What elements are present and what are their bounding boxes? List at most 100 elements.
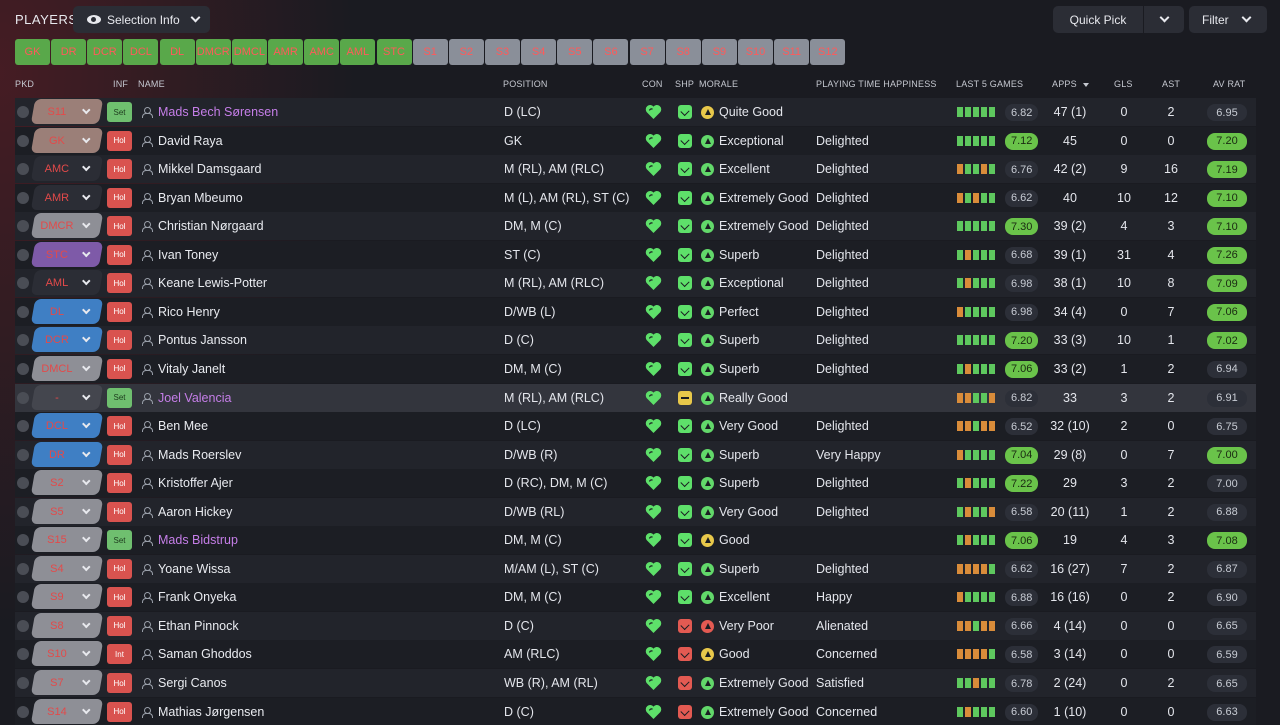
position-chip-aml[interactable]: AML [340, 39, 376, 65]
pick-checkbox[interactable] [17, 677, 29, 689]
col-shp[interactable]: SHP [675, 79, 694, 89]
position-chip-s5[interactable]: S5 [557, 39, 593, 65]
player-name[interactable]: David Raya [158, 134, 223, 148]
pick-checkbox[interactable] [17, 277, 29, 290]
pick-checkbox[interactable] [17, 505, 29, 518]
position-chip-dr[interactable]: DR [51, 39, 87, 65]
position-select[interactable]: DMCR [30, 213, 104, 239]
pick-checkbox[interactable] [17, 106, 29, 118]
table-row[interactable]: S4 Hol Yoane Wissa M/AM (L), ST (C) Superb De… [15, 554, 1256, 583]
table-row[interactable]: S9 Hol Frank Onyeka DM, M (C) Excellent Happy… [15, 583, 1256, 612]
position-select[interactable]: - [30, 384, 104, 410]
position-chip-s10[interactable]: S10 [738, 39, 773, 65]
table-row[interactable]: S2 Hol Kristoffer Ajer D (RC), DM, M (C) Sup… [15, 469, 1256, 498]
col-position[interactable]: POSITION [503, 79, 548, 89]
position-chip-s8[interactable]: S8 [665, 39, 701, 65]
col-ast[interactable]: AST [1162, 79, 1180, 89]
quick-pick-button[interactable]: Quick Pick [1053, 6, 1143, 33]
position-select[interactable]: STC [30, 241, 104, 267]
position-select[interactable]: DMCL [30, 355, 104, 381]
player-name[interactable]: Christian Nørgaard [158, 219, 264, 233]
col-pkd[interactable]: PKD [15, 79, 34, 89]
position-chip-s9[interactable]: S9 [701, 39, 737, 65]
position-chip-s4[interactable]: S4 [521, 39, 557, 65]
position-select[interactable]: S4 [30, 555, 104, 581]
col-morale[interactable]: MORALE [699, 79, 738, 89]
table-row[interactable]: S5 Hol Aaron Hickey D/WB (RL) Very Good Delig… [15, 497, 1256, 526]
player-name[interactable]: Keane Lewis-Potter [158, 276, 267, 290]
position-chip-dcr[interactable]: DCR [87, 39, 123, 65]
position-select[interactable]: AMC [30, 156, 104, 182]
position-chip-dmcl[interactable]: DMCL [231, 39, 267, 65]
player-name[interactable]: Joel Valencia [158, 391, 231, 405]
position-select[interactable]: S11 [30, 99, 104, 124]
col-happiness[interactable]: PLAYING TIME HAPPINESS [816, 79, 937, 89]
col-name[interactable]: NAME [138, 79, 165, 89]
position-chip-dcl[interactable]: DCL [123, 39, 159, 65]
player-name[interactable]: Aaron Hickey [158, 505, 232, 519]
position-chip-gk[interactable]: GK [15, 39, 50, 65]
table-row[interactable]: AMC Hol Mikkel Damsgaard M (RL), AM (RLC) Ex… [15, 155, 1256, 184]
position-chip-stc[interactable]: STC [376, 39, 412, 65]
position-select[interactable]: S5 [30, 498, 104, 524]
col-inf[interactable]: INF [113, 79, 128, 89]
player-name[interactable]: Mathias Jørgensen [158, 705, 264, 719]
table-row[interactable]: AML Hol Keane Lewis-Potter M (RL), AM (RLC)… [15, 269, 1256, 298]
pick-checkbox[interactable] [17, 648, 29, 661]
player-name[interactable]: Frank Onyeka [158, 590, 237, 604]
table-row[interactable]: S14 Hol Mathias Jørgensen D (C) Extremely Go… [15, 697, 1256, 725]
table-row[interactable]: S8 Hol Ethan Pinnock D (C) Very Poor Alienate… [15, 611, 1256, 640]
table-row[interactable]: S10 Int Saman Ghoddos AM (RLC) Good Concerned… [15, 640, 1256, 669]
player-name[interactable]: Sergi Canos [158, 676, 227, 690]
pick-checkbox[interactable] [17, 248, 29, 261]
player-name[interactable]: Ethan Pinnock [158, 619, 239, 633]
table-row[interactable]: DCR Hol Pontus Jansson D (C) Superb Delighted… [15, 326, 1256, 355]
position-select[interactable]: DCR [30, 327, 104, 353]
position-select[interactable]: DL [30, 298, 104, 324]
col-gls[interactable]: GLS [1114, 79, 1133, 89]
col-avrat[interactable]: AV RAT [1213, 79, 1245, 89]
table-row[interactable]: S15 Set Mads Bidstrup DM, M (C) Good 7.06 19 4 3… [15, 526, 1256, 555]
table-row[interactable]: DMCL Hol Vitaly Janelt DM, M (C) Superb Delig… [15, 354, 1256, 383]
quick-pick-dropdown-button[interactable] [1144, 6, 1184, 33]
table-row[interactable]: DL Hol Rico Henry D/WB (L) Perfect Delighted 6… [15, 297, 1256, 326]
position-chip-s3[interactable]: S3 [484, 39, 520, 65]
player-name[interactable]: Mads Bech Sørensen [158, 105, 278, 119]
pick-checkbox[interactable] [17, 163, 29, 176]
player-name[interactable]: Ivan Toney [158, 248, 218, 262]
player-name[interactable]: Kristoffer Ajer [158, 476, 233, 490]
col-con[interactable]: CON [642, 79, 663, 89]
player-name[interactable]: Yoane Wissa [158, 562, 231, 576]
table-row[interactable]: GK Hol David Raya GK Exceptional Delighted 7.1… [15, 126, 1256, 155]
position-chip-dl[interactable]: DL [159, 39, 195, 65]
player-name[interactable]: Saman Ghoddos [158, 647, 252, 661]
position-select[interactable]: S9 [30, 584, 104, 610]
pick-checkbox[interactable] [17, 420, 29, 433]
position-select[interactable]: S15 [30, 527, 104, 553]
pick-checkbox[interactable] [17, 562, 29, 575]
filter-button[interactable]: Filter [1189, 6, 1267, 33]
position-chip-s12[interactable]: S12 [810, 39, 846, 65]
table-row[interactable]: S7 Hol Sergi Canos WB (R), AM (RL) Extremely… [15, 669, 1256, 697]
pick-checkbox[interactable] [17, 134, 29, 147]
position-chip-amc[interactable]: AMC [304, 39, 340, 65]
pick-checkbox[interactable] [17, 391, 29, 404]
pick-checkbox[interactable] [17, 534, 29, 547]
selection-info-button[interactable]: Selection Info [73, 6, 210, 33]
pick-checkbox[interactable] [17, 334, 29, 347]
pick-checkbox[interactable] [17, 191, 29, 204]
player-name[interactable]: Pontus Jansson [158, 333, 247, 347]
player-name[interactable]: Mads Roerslev [158, 448, 241, 462]
pick-checkbox[interactable] [17, 448, 29, 461]
table-row[interactable]: - Set Joel Valencia M (RL), AM (RLC) Really … [15, 383, 1256, 412]
player-name[interactable]: Ben Mee [158, 419, 208, 433]
player-name[interactable]: Rico Henry [158, 305, 220, 319]
position-chip-s11[interactable]: S11 [774, 39, 810, 65]
table-row[interactable]: DR Hol Mads Roerslev D/WB (R) Superb Very Hap… [15, 440, 1256, 469]
player-name[interactable]: Mads Bidstrup [158, 533, 238, 547]
position-select[interactable]: AML [30, 270, 104, 296]
player-name[interactable]: Bryan Mbeumo [158, 191, 243, 205]
table-row[interactable]: DCL Hol Ben Mee D (LC) Very Good Delighted 6.5… [15, 412, 1256, 441]
position-select[interactable]: S2 [30, 470, 104, 496]
pick-checkbox[interactable] [17, 220, 29, 233]
